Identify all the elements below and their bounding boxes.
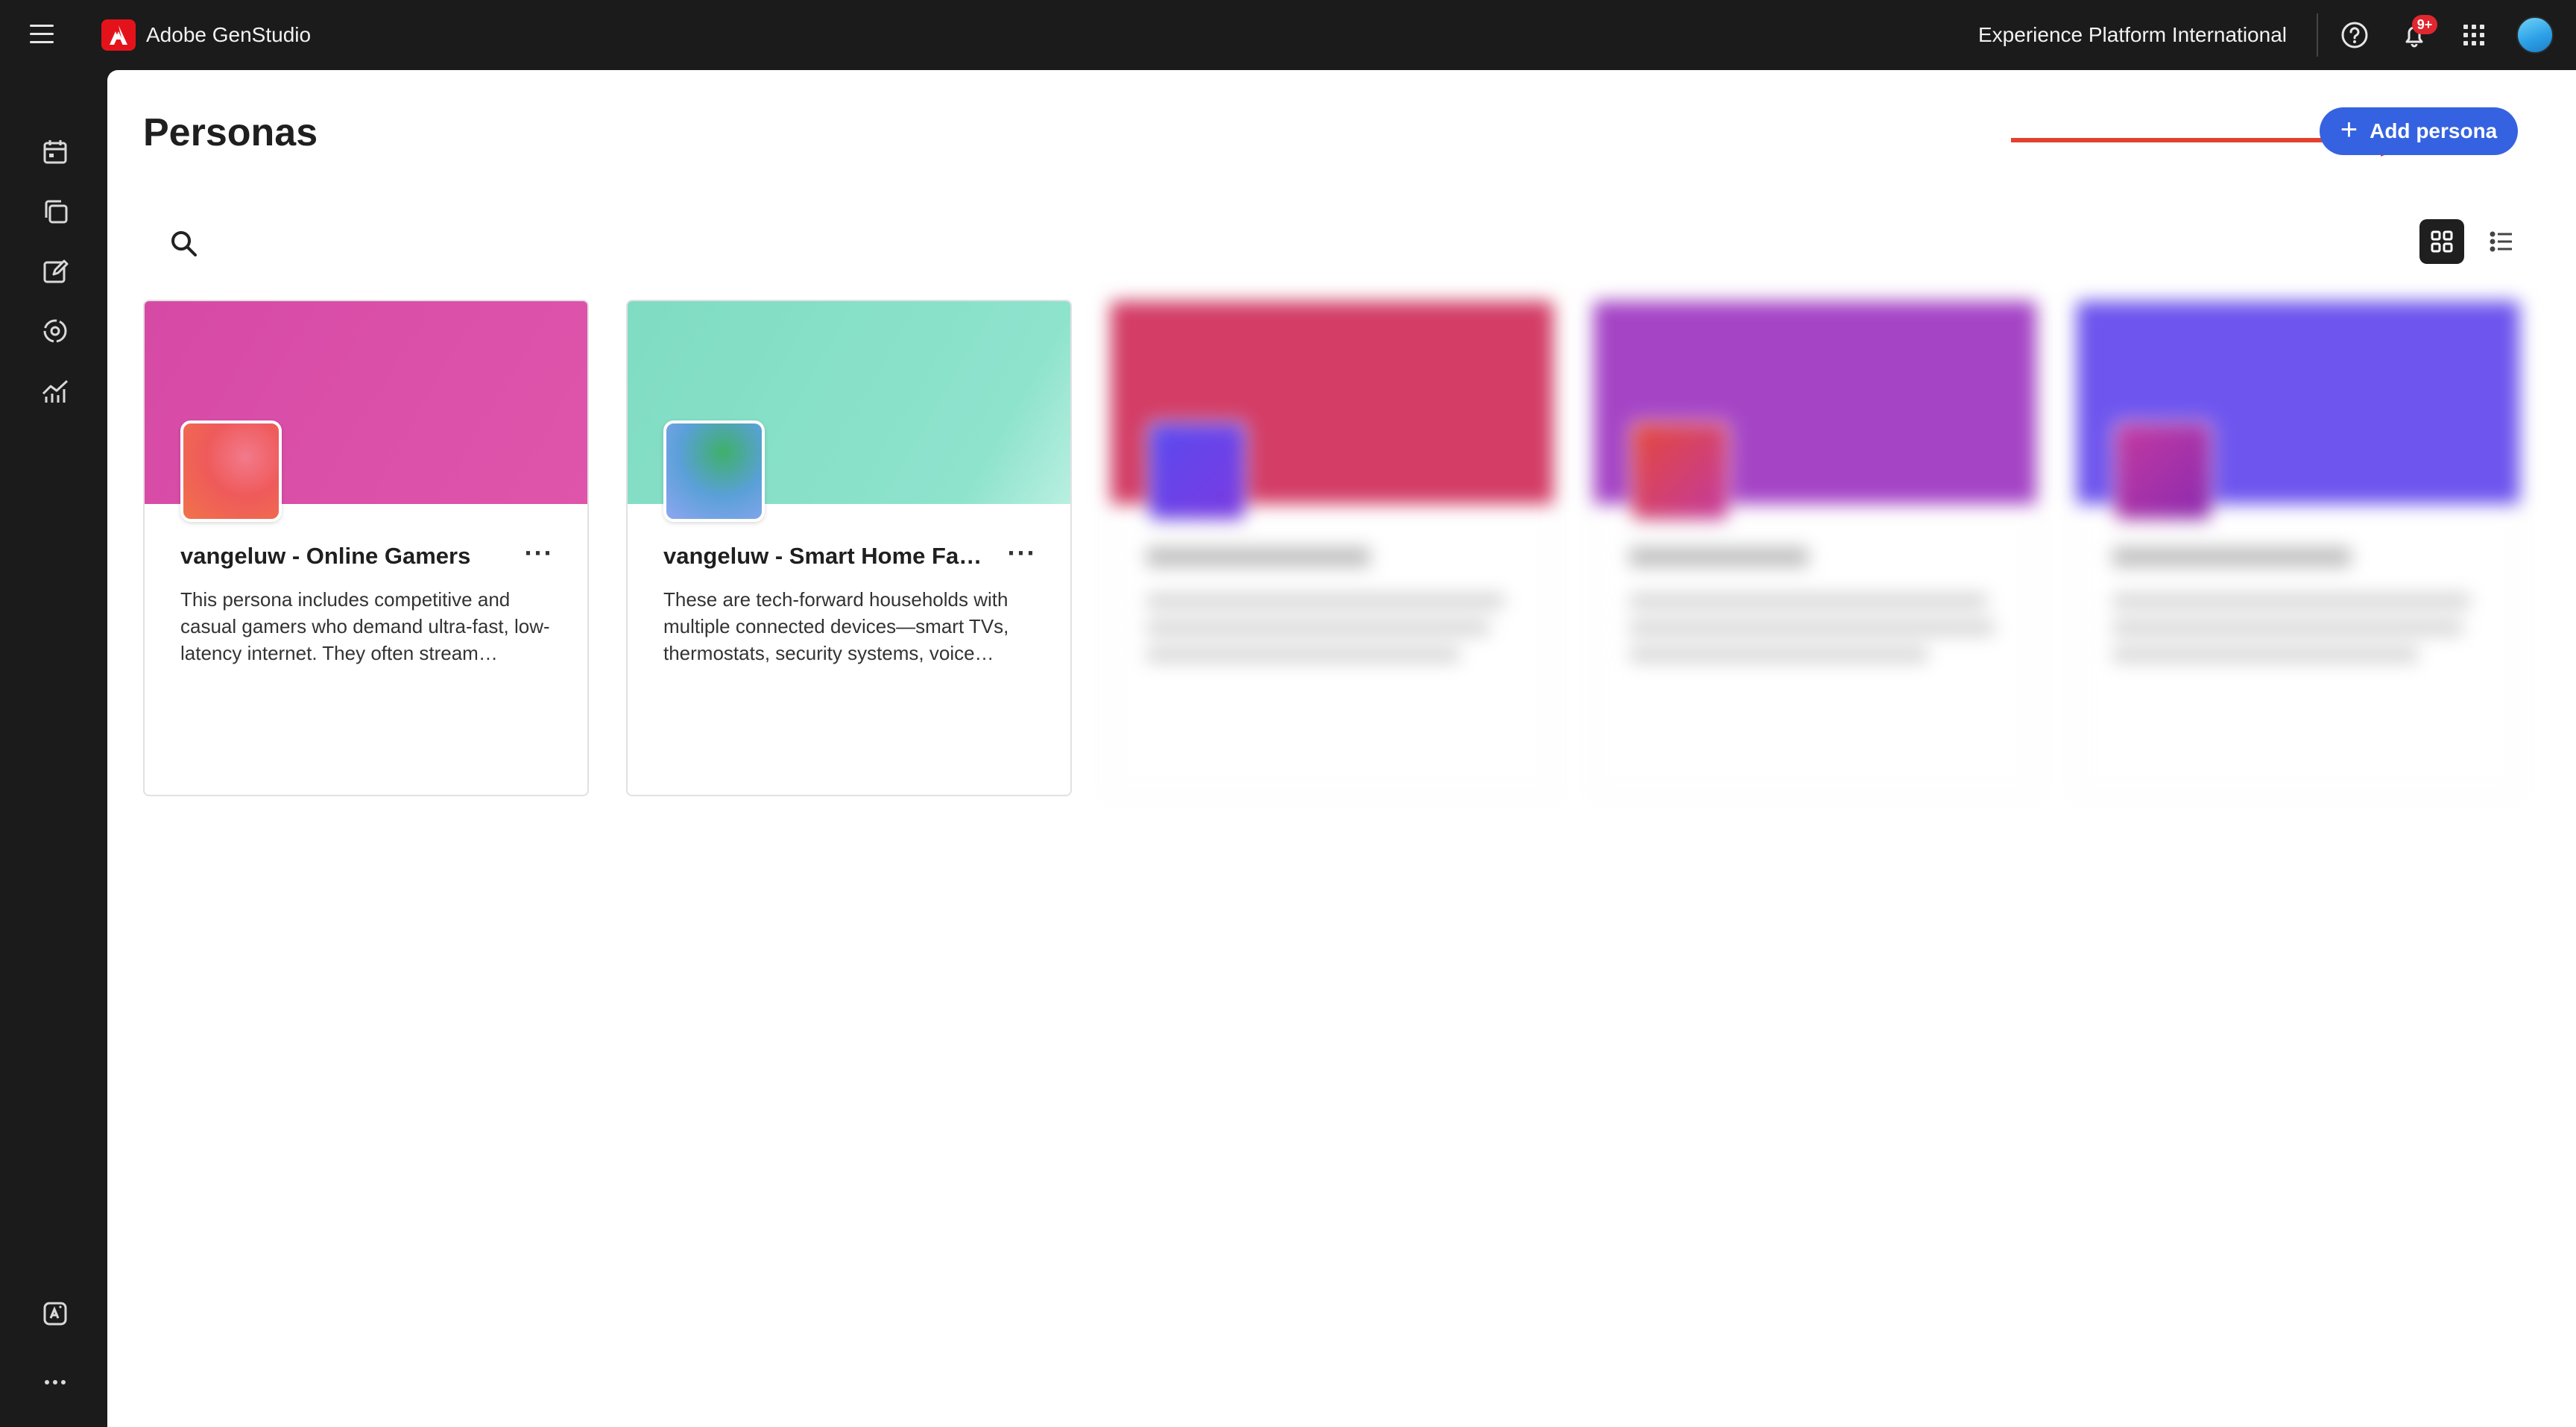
calendar-icon[interactable]: [39, 136, 72, 168]
persona-card[interactable]: vangeluw - Smart Home Fam… ··· These are…: [626, 300, 1072, 796]
add-persona-button[interactable]: + Add persona: [2320, 107, 2518, 155]
help-icon[interactable]: [2339, 19, 2370, 51]
persona-avatar: [180, 420, 282, 522]
adobe-logo-icon[interactable]: [101, 19, 136, 51]
add-persona-label: Add persona: [2370, 119, 2498, 142]
left-nav-rail: [0, 70, 107, 1427]
hamburger-menu-icon[interactable]: [30, 25, 54, 45]
persona-avatar: [663, 420, 765, 522]
topbar-divider: [2317, 13, 2318, 57]
notification-badge: 9+: [2412, 15, 2437, 34]
persona-card[interactable]: vangeluw - Online Gamers ··· This person…: [143, 300, 589, 796]
persona-avatar: [1629, 420, 1731, 522]
card-title: vangeluw - Online Gamers: [180, 543, 471, 569]
list-view-toggle-icon[interactable]: [2479, 219, 2524, 264]
edit-icon[interactable]: [39, 255, 72, 288]
plus-icon: +: [2340, 113, 2358, 146]
more-options-icon[interactable]: ···: [1005, 540, 1039, 571]
user-avatar[interactable]: [2516, 16, 2554, 54]
page-title: Personas: [143, 111, 318, 154]
persona-card-blurred[interactable]: [1592, 300, 2038, 796]
persona-avatar: [1146, 420, 1248, 522]
copy-assets-icon[interactable]: [39, 195, 72, 228]
main-content: Personas + Add persona vangeluw - Online…: [107, 70, 2576, 1427]
grid-view-toggle-icon[interactable]: [2419, 219, 2464, 264]
persona-card-blurred[interactable]: [2075, 300, 2521, 796]
persona-avatar: [2112, 420, 2214, 522]
card-title: vangeluw - Smart Home Fam…: [663, 543, 991, 569]
card-description: These are tech-forward households with m…: [663, 588, 1009, 664]
target-icon[interactable]: [39, 315, 72, 347]
brand-shield-icon[interactable]: [39, 1297, 72, 1330]
insights-chart-icon[interactable]: [39, 374, 72, 407]
app-name[interactable]: Adobe GenStudio: [146, 22, 311, 48]
more-options-icon[interactable]: ···: [522, 540, 556, 571]
more-icon[interactable]: [39, 1366, 72, 1399]
top-bar: Adobe GenStudio Experience Platform Inte…: [0, 0, 2576, 70]
org-switcher[interactable]: Experience Platform International: [1978, 22, 2287, 48]
card-description: This persona includes competitive and ca…: [180, 588, 550, 664]
apps-grid-icon[interactable]: [2458, 19, 2490, 51]
persona-card-blurred[interactable]: [1109, 300, 1555, 796]
search-icon[interactable]: [167, 227, 201, 261]
